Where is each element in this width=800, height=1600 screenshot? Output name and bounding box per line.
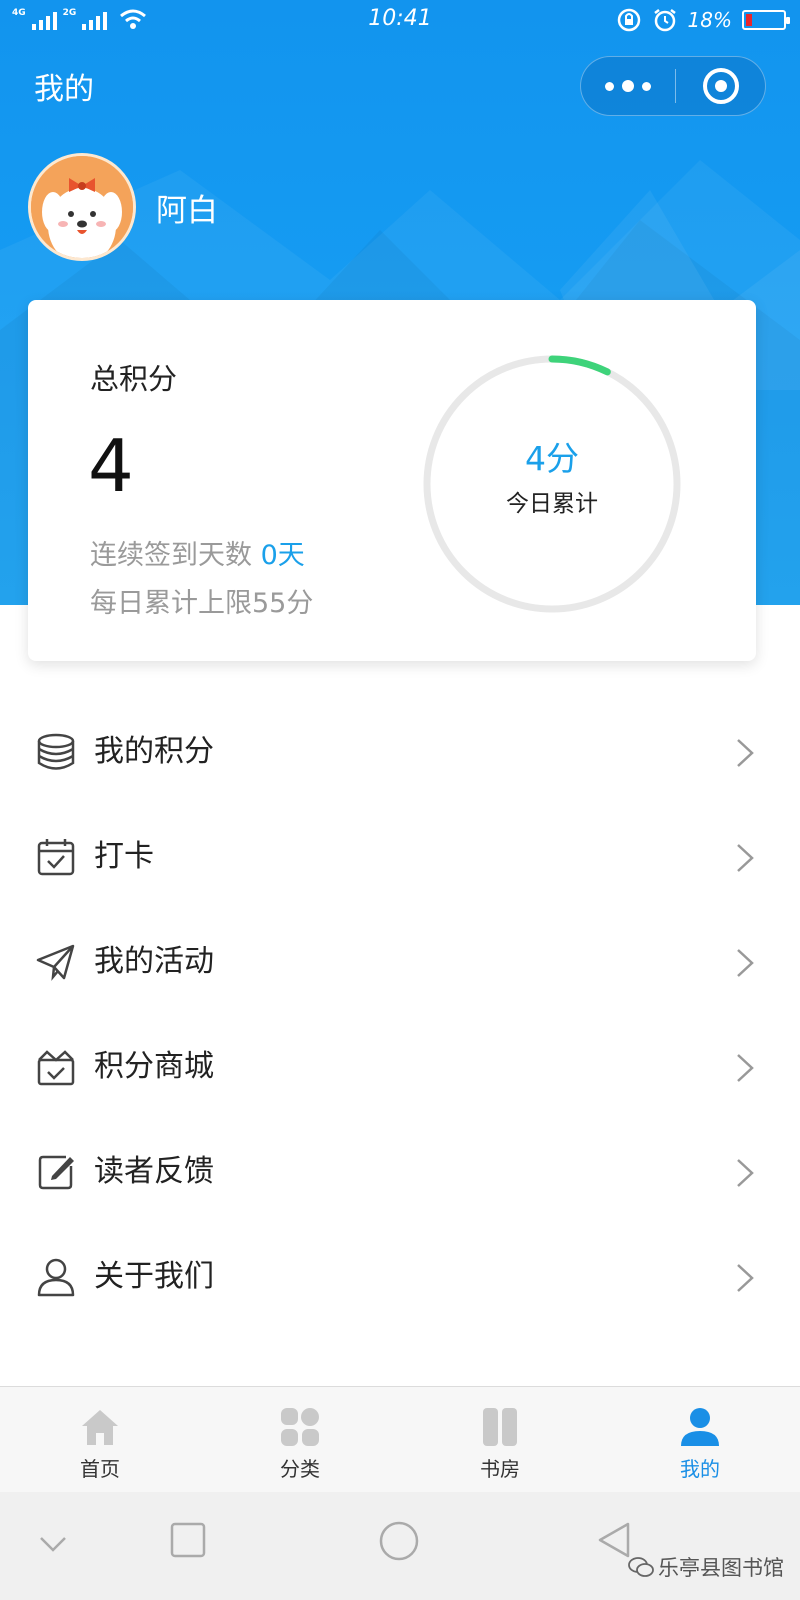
today-score-label: 今日累计 [506,491,598,517]
menu-item-feedback[interactable]: 读者反馈 [0,1120,800,1225]
more-button[interactable] [581,57,675,115]
back-triangle-icon[interactable] [596,1520,632,1560]
menu-item-my-activities[interactable]: 我的活动 [0,910,800,1015]
tab-category[interactable]: 分类 [200,1387,400,1492]
puppy-avatar-icon [31,156,133,258]
home-circle-icon[interactable] [378,1520,420,1562]
status-right: 18% [616,7,790,33]
user-name: 阿白 [156,193,218,229]
menu-item-label: 我的积分 [94,734,214,769]
streak-label: 连续签到天数 [90,540,252,571]
target-close-icon [702,68,739,104]
total-score-value: 4 [88,424,134,508]
menu-item-label: 读者反馈 [94,1154,214,1189]
chevron-right-icon [737,844,754,872]
avatar[interactable] [28,153,136,261]
home-icon [82,1410,118,1445]
battery-percent: 18% [687,8,732,32]
bookshelf-icon [483,1408,517,1446]
alarm-icon [653,9,676,32]
mine-page: 4G 2G 10:41 18% 我的 阿白 总积分 4 连续签到天数 0天 每日… [0,0,800,1600]
tab-label: 我的 [680,1457,720,1481]
score-card: 总积分 4 连续签到天数 0天 每日累计上限55分 4分 今日累计 [28,300,756,661]
user-outline-icon [37,1258,75,1297]
menu-item-check-in[interactable]: 打卡 [0,805,800,910]
chevron-right-icon [737,739,754,767]
chevron-right-icon [737,1159,754,1187]
menu-item-about-us[interactable]: 关于我们 [0,1225,800,1330]
tab-label: 首页 [80,1457,120,1481]
daily-limit-text: 每日累计上限55分 [90,588,314,619]
chevron-right-icon [737,1264,754,1292]
streak-text: 连续签到天数 0天 [90,533,305,572]
profile-icon [681,1408,719,1446]
more-icon [605,81,614,91]
battery-icon [742,10,790,30]
status-bar: 4G 2G 10:41 18% [0,0,800,40]
page-title: 我的 [34,72,94,107]
calendar-check-icon [37,839,75,876]
menu-item-label: 关于我们 [94,1259,214,1294]
rotation-lock-icon [617,8,640,32]
menu-item-points-mall[interactable]: 积分商城 [0,1015,800,1120]
tab-study[interactable]: 书房 [400,1387,600,1492]
total-score-label: 总积分 [90,362,178,396]
menu-list: 我的积分 打卡 我的活动 积分商城 读者反馈 关于我们 [0,700,800,1330]
menu-item-label: 积分商城 [94,1049,214,1084]
gift-box-icon [37,1050,75,1086]
coins-stack-icon [37,733,75,770]
tab-label: 书房 [480,1457,520,1481]
chevron-down-icon[interactable] [38,1534,68,1554]
today-score-center: 4分 今日累计 [420,352,684,616]
menu-item-label: 我的活动 [94,944,214,979]
category-grid-icon [281,1408,319,1446]
menu-item-label: 打卡 [94,839,154,874]
chevron-right-icon [737,949,754,977]
chevron-right-icon [737,1054,754,1082]
streak-value: 0天 [260,540,305,571]
today-score-value: 4分 [525,439,579,478]
edit-square-icon [38,1155,74,1190]
tab-home[interactable]: 首页 [0,1387,200,1492]
system-navigation-bar [0,1492,800,1600]
tab-mine[interactable]: 我的 [600,1387,800,1492]
watermark-text: 乐亭县图书馆 [658,1556,784,1580]
close-button[interactable] [676,57,765,115]
miniprogram-capsule [580,56,766,116]
tab-bar: 首页 分类 书房 我的 [0,1386,800,1492]
recent-apps-icon[interactable] [170,1522,206,1558]
wechat-icon [628,1557,654,1577]
menu-item-my-points[interactable]: 我的积分 [0,700,800,805]
watermark: 乐亭县图书馆 [628,1552,784,1582]
tab-label: 分类 [280,1457,320,1481]
paper-plane-icon [36,944,75,981]
